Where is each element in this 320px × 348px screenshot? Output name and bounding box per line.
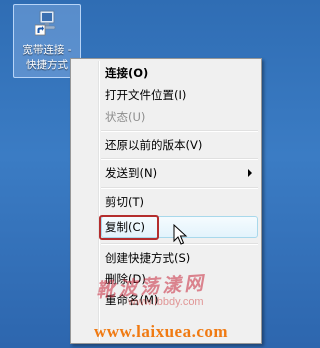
menu-separator <box>101 187 258 189</box>
menu-item-connect[interactable]: 连接(O) <box>105 62 255 84</box>
menu-item-send-to[interactable]: 发送到(N) <box>105 162 255 184</box>
menu-item-cut[interactable]: 剪切(T) <box>105 191 255 213</box>
menu-item-open-file-location[interactable]: 打开文件位置(I) <box>105 84 255 106</box>
watermark-sub-url: www.lbbdy.com <box>128 296 204 308</box>
broadband-connection-shortcut-icon <box>35 10 56 36</box>
menu-item-create-shortcut[interactable]: 创建快捷方式(S) <box>105 247 255 269</box>
menu-separator <box>101 158 258 160</box>
menu-separator <box>101 130 258 132</box>
menu-item-status: 状态(U) <box>105 110 146 124</box>
watermark-site-url: www.laixuea.com <box>94 322 229 341</box>
menu-item-restore-previous-versions[interactable]: 还原以前的版本(V) <box>105 134 255 156</box>
mouse-cursor-icon <box>173 224 188 245</box>
submenu-arrow-icon <box>248 169 252 177</box>
